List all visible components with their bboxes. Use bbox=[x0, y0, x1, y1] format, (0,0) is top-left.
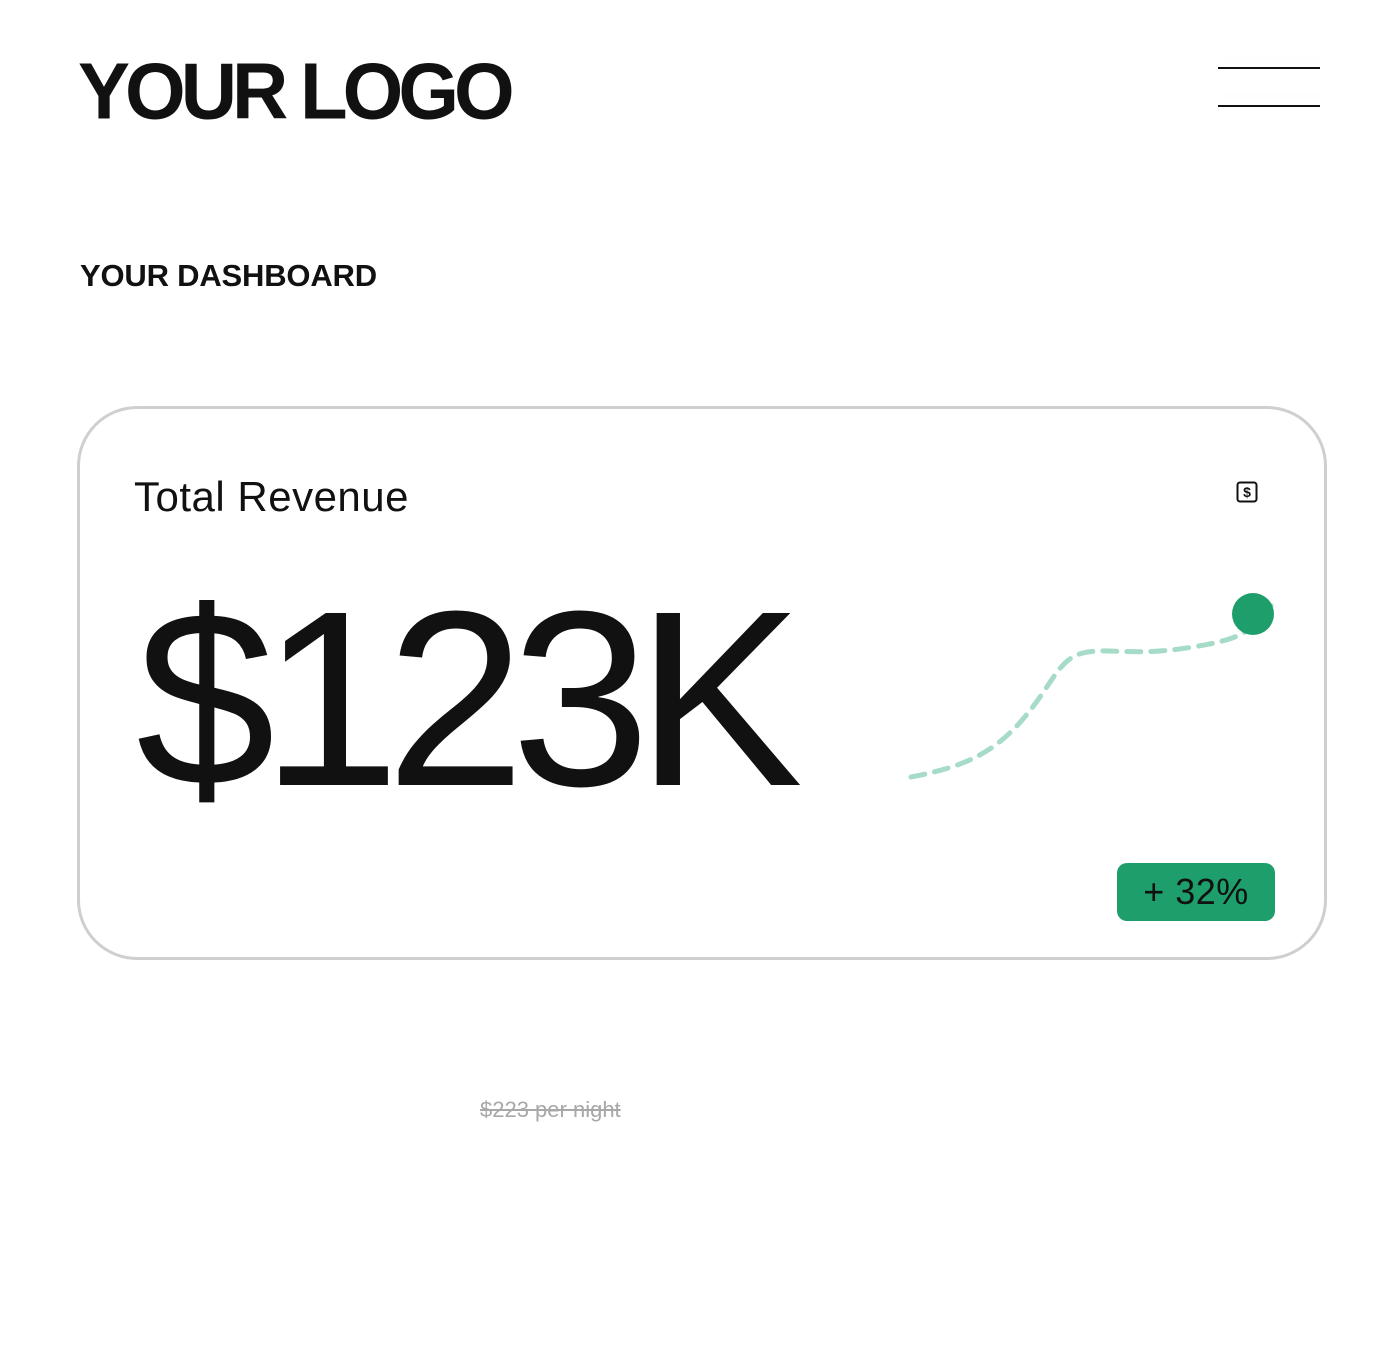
price-per-night-text: $223 per night bbox=[480, 1097, 621, 1122]
page-title: YOUR DASHBOARD bbox=[80, 258, 377, 293]
dollar-sign-icon: $ bbox=[1236, 481, 1258, 503]
hamburger-menu-icon bbox=[1218, 67, 1320, 69]
card-label: Total Revenue bbox=[134, 473, 410, 520]
hamburger-menu-button[interactable] bbox=[1208, 46, 1332, 120]
trend-line bbox=[908, 601, 1276, 780]
hamburger-menu-icon-line bbox=[1218, 105, 1320, 107]
svg-text:$: $ bbox=[1243, 484, 1251, 500]
trend-sparkline bbox=[908, 593, 1276, 780]
trend-endpoint-dot bbox=[1232, 593, 1274, 635]
change-badge: + 32% bbox=[1117, 863, 1275, 921]
revenue-value: $123K bbox=[136, 559, 803, 838]
logo[interactable]: YOUR LOGO bbox=[78, 51, 515, 131]
revenue-card: Total Revenue $ $123K + 32% bbox=[77, 406, 1327, 960]
